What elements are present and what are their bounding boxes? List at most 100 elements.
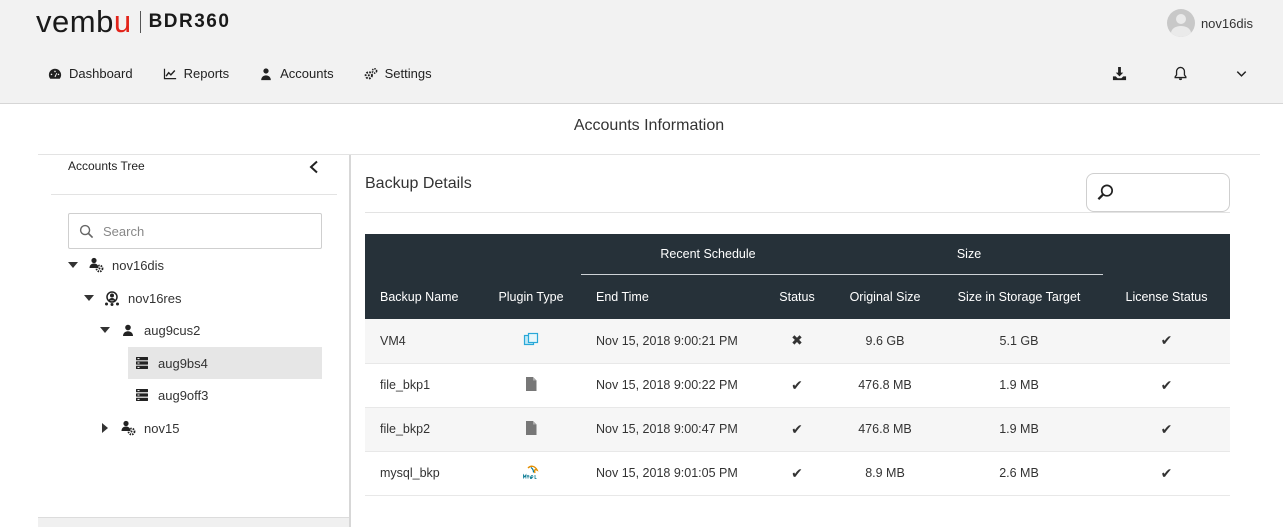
tree-node-label: aug9off3 <box>158 387 209 403</box>
plugin-type-cell <box>481 319 581 364</box>
column-end-time[interactable]: End Time <box>581 274 759 319</box>
server-icon <box>136 389 148 401</box>
backup-search-box[interactable] <box>1086 173 1230 212</box>
backup-name-cell[interactable]: file_bkp2 <box>365 407 481 452</box>
bell-icon[interactable] <box>1173 66 1188 81</box>
column-storage-size[interactable]: Size in Storage Target <box>935 274 1103 319</box>
header-actions <box>1112 66 1249 81</box>
storage-size-cell: 5.1 GB <box>935 319 1103 364</box>
main-nav: Dashboard Reports Accounts Settings <box>48 66 432 81</box>
nav-accounts[interactable]: Accounts <box>259 66 334 81</box>
chevron-down-icon[interactable] <box>1234 66 1249 81</box>
chevron-left-icon[interactable] <box>308 160 320 174</box>
vembu-logo[interactable]: vembu BDR360 <box>36 4 230 40</box>
original-size-cell: 476.8 MB <box>835 407 935 452</box>
caret-right-icon[interactable] <box>100 423 110 433</box>
status-success-icon: ✔ <box>759 407 835 452</box>
end-time-cell: Nov 15, 2018 9:00:47 PM <box>581 407 759 452</box>
accounts-tree-title: Accounts Tree <box>68 159 145 173</box>
distributor-icon <box>121 420 136 436</box>
table-row[interactable]: mysql_bkp Nov 15, 2018 9:01:05 PM ✔ 8.9 … <box>365 451 1230 496</box>
backup-details-table: Recent Schedule Size Backup Name Plugin … <box>365 234 1230 496</box>
dashboard-icon <box>48 68 62 79</box>
backup-search-input[interactable] <box>1121 185 1221 200</box>
line-chart-icon <box>163 68 176 79</box>
logo-accent-letter: u <box>113 4 132 39</box>
tree-node-nov15[interactable]: nov15 <box>100 412 179 444</box>
username: nov16dis <box>1200 15 1253 31</box>
column-plugin-type[interactable]: Plugin Type <box>481 274 581 319</box>
column-license-status[interactable]: License Status <box>1103 274 1230 319</box>
search-icon <box>1097 184 1114 200</box>
tree-node-aug9off3[interactable]: aug9off3 <box>134 379 208 411</box>
server-icon <box>136 357 148 369</box>
storage-size-cell: 1.9 MB <box>935 407 1103 452</box>
plugin-type-cell <box>481 363 581 408</box>
nav-accounts-label: Accounts <box>280 66 334 81</box>
header-blank <box>365 234 481 274</box>
storage-size-cell: 2.6 MB <box>935 451 1103 496</box>
download-icon[interactable] <box>1112 66 1127 81</box>
backup-details-title: Backup Details <box>365 175 472 192</box>
tree-search-box[interactable] <box>68 213 322 249</box>
table-row[interactable]: file_bkp1 Nov 15, 2018 9:00:22 PM ✔ 476.… <box>365 363 1230 408</box>
tree-node-nov16dis[interactable]: nov16dis <box>68 249 164 281</box>
table-row[interactable]: file_bkp2 Nov 15, 2018 9:00:47 PM ✔ 476.… <box>365 407 1230 452</box>
vm-icon <box>523 333 539 346</box>
tree-node-label: aug9cus2 <box>144 322 201 338</box>
backup-name-cell[interactable]: VM4 <box>365 319 481 364</box>
logo-wordmark: vembu <box>36 4 132 40</box>
user-icon <box>261 67 271 80</box>
avatar[interactable] <box>1166 9 1195 37</box>
tree-node-label: nov16res <box>128 290 182 306</box>
end-time-cell: Nov 15, 2018 9:00:22 PM <box>581 363 759 408</box>
nav-dashboard-label: Dashboard <box>69 66 133 81</box>
nav-settings-label: Settings <box>384 66 432 81</box>
user-menu[interactable]: nov16dis <box>1166 9 1253 37</box>
file-icon <box>526 376 537 391</box>
distributor-icon <box>89 257 104 273</box>
logo-divider <box>139 11 141 33</box>
header-recent-schedule: Recent Schedule <box>581 234 835 275</box>
plugin-type-cell <box>481 451 581 496</box>
original-size-cell: 9.6 GB <box>835 319 935 364</box>
table-row[interactable]: VM4 Nov 15, 2018 9:00:21 PM ✖ 9.6 GB 5.1… <box>365 319 1230 364</box>
tree-search-input[interactable] <box>103 223 303 239</box>
mysql-icon <box>523 465 539 479</box>
column-status[interactable]: Status <box>759 274 835 319</box>
page-title: Accounts Information <box>573 117 725 134</box>
tree-node-aug9cus2[interactable]: aug9cus2 <box>100 314 200 346</box>
license-ok-icon: ✔ <box>1103 319 1230 364</box>
backup-name-cell[interactable]: file_bkp1 <box>365 363 481 408</box>
tree-node-nov16res[interactable]: nov16res <box>84 282 181 314</box>
column-backup-name[interactable]: Backup Name <box>365 274 481 319</box>
storage-size-cell: 1.9 MB <box>935 363 1103 408</box>
caret-down-icon[interactable] <box>84 293 94 303</box>
nav-reports-label: Reports <box>183 66 230 81</box>
header-size: Size <box>835 234 1103 275</box>
top-header: vembu BDR360 nov16dis Dashboard Reports … <box>0 0 1283 104</box>
backup-name-cell[interactable]: mysql_bkp <box>365 451 481 496</box>
tree-header-divider <box>51 194 337 195</box>
tree-node-aug9bs4[interactable]: aug9bs4 <box>128 347 322 379</box>
original-size-cell: 8.9 MB <box>835 451 935 496</box>
customer-icon <box>123 324 133 336</box>
file-icon <box>526 420 537 435</box>
tree-node-label: nov15 <box>144 420 180 436</box>
content-divider <box>365 212 1230 213</box>
status-success-icon: ✔ <box>759 363 835 408</box>
end-time-cell: Nov 15, 2018 9:00:21 PM <box>581 319 759 364</box>
license-ok-icon: ✔ <box>1103 407 1230 452</box>
nav-dashboard[interactable]: Dashboard <box>48 66 133 81</box>
column-original-size[interactable]: Original Size <box>835 274 935 319</box>
nav-settings[interactable]: Settings <box>364 66 432 81</box>
gears-icon <box>364 67 378 79</box>
caret-down-icon[interactable] <box>100 325 110 335</box>
nav-reports[interactable]: Reports <box>163 66 230 81</box>
plugin-type-cell <box>481 407 581 452</box>
end-time-cell: Nov 15, 2018 9:01:05 PM <box>581 451 759 496</box>
reseller-icon <box>105 291 119 306</box>
license-ok-icon: ✔ <box>1103 363 1230 408</box>
header-blank <box>1103 234 1230 274</box>
caret-down-icon[interactable] <box>68 260 78 270</box>
